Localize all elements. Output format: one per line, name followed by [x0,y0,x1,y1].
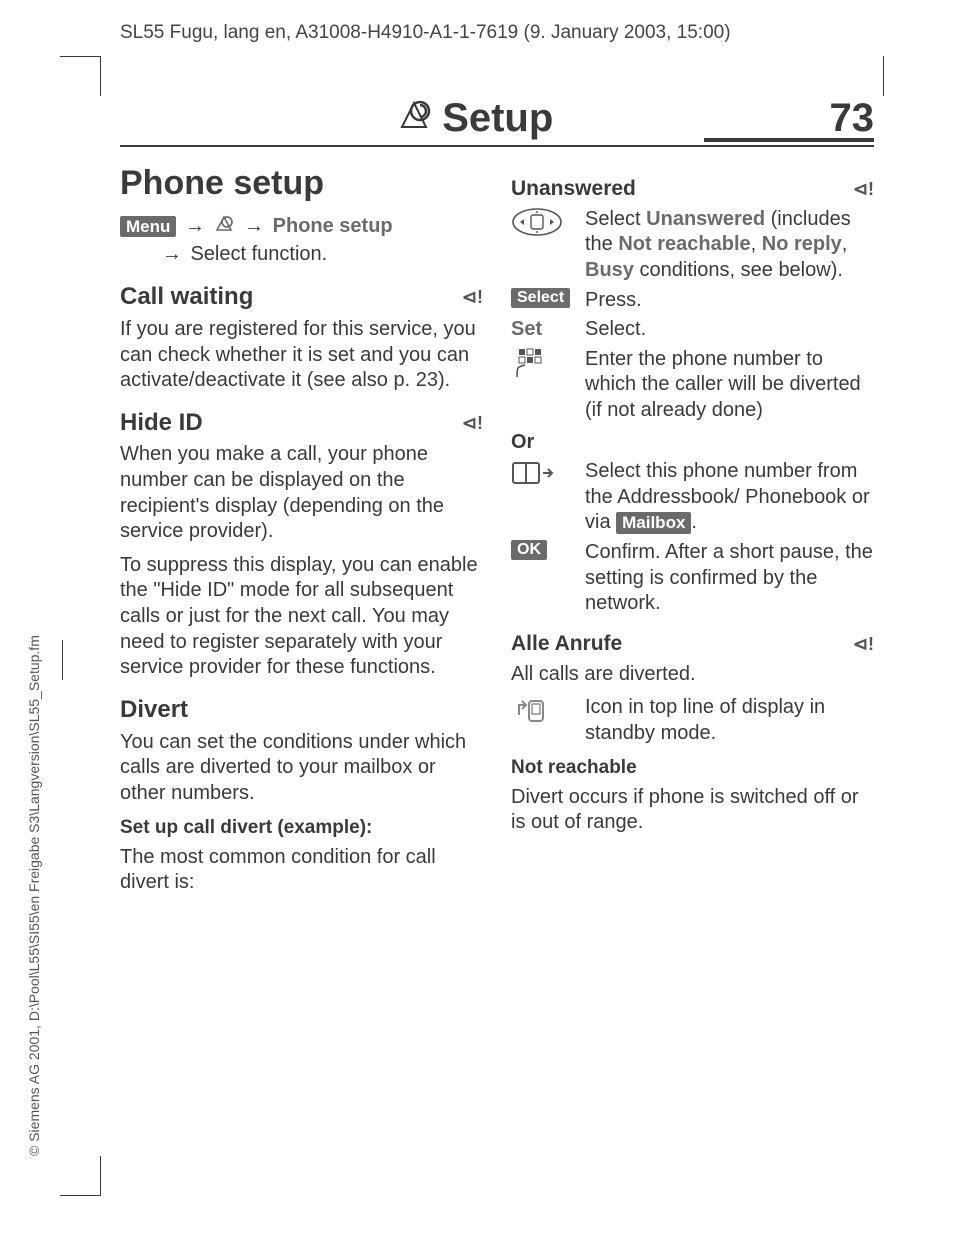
mailbox-pill: Mailbox [616,512,691,533]
setup-small-icon [214,212,236,240]
page-title: Setup [442,96,553,141]
divert-heading: Divert [120,695,483,726]
addressbook-icon [511,459,573,487]
not-reachable-heading: Not reachable [511,756,874,780]
addr-text: Select this phone number from the Addres… [585,459,874,536]
alle-p1: All calls are diverted. [511,662,874,688]
hide-id-p2: To suppress this display, you can enable… [120,553,483,681]
setup-icon [396,97,436,131]
nav-key-icon [511,207,573,237]
divert-status-icon [511,695,573,725]
service-icon: ⊲! [853,178,874,201]
not-reachable-p1: Divert occurs if phone is switched off o… [511,785,874,836]
service-icon: ⊲! [462,286,483,309]
call-waiting-body: If you are registered for this service, … [120,317,483,394]
doc-side-path: © Siemens AG 2001, D:\Pool\L55\SI55\en F… [26,635,42,1156]
or-label: Or [511,430,874,456]
set-label: Set [511,317,542,343]
service-icon: ⊲! [853,633,874,656]
alle-icon-text: Icon in top line of display in standby m… [585,695,874,746]
left-column: Phone setup Menu → → Phone setup → Selec… [120,162,483,1186]
select-text: Press. [585,288,874,314]
menu-breadcrumb: Menu → → Phone setup → Select function. [120,212,483,269]
divert-p1: You can set the conditions under which c… [120,730,483,807]
breadcrumb-phone-setup: Phone setup [273,215,393,237]
divert-p2: The most common condition for call diver… [120,845,483,896]
divert-sub: Set up call divert (example): [120,816,483,840]
alle-anrufe-heading: Alle Anrufe ⊲! [511,631,874,658]
unanswered-heading: Unanswered ⊲! [511,176,874,203]
page-number: 73 [830,96,875,141]
right-column: Unanswered ⊲! Select Unanswered (include… [511,162,874,1186]
hide-id-heading: Hide ID ⊲! [120,408,483,439]
phone-setup-heading: Phone setup [120,162,483,206]
doc-header: SL55 Fugu, lang en, A31008-H4910-A1-1-76… [120,22,731,44]
enter-text: Enter the phone number to which the call… [585,347,874,424]
set-text: Select. [585,317,874,343]
keypad-icon [511,347,573,383]
ok-pill: OK [511,540,547,560]
menu-pill: Menu [120,216,176,237]
call-waiting-heading: Call waiting ⊲! [120,282,483,313]
hide-id-p1: When you make a call, your phone number … [120,442,483,544]
select-pill: Select [511,288,570,308]
ok-text: Confirm. After a short pause, the settin… [585,540,874,617]
unanswered-step1: Select Unanswered (includes the Not reac… [585,207,874,284]
service-icon: ⊲! [462,412,483,435]
breadcrumb-select-fn: Select function. [190,243,327,265]
